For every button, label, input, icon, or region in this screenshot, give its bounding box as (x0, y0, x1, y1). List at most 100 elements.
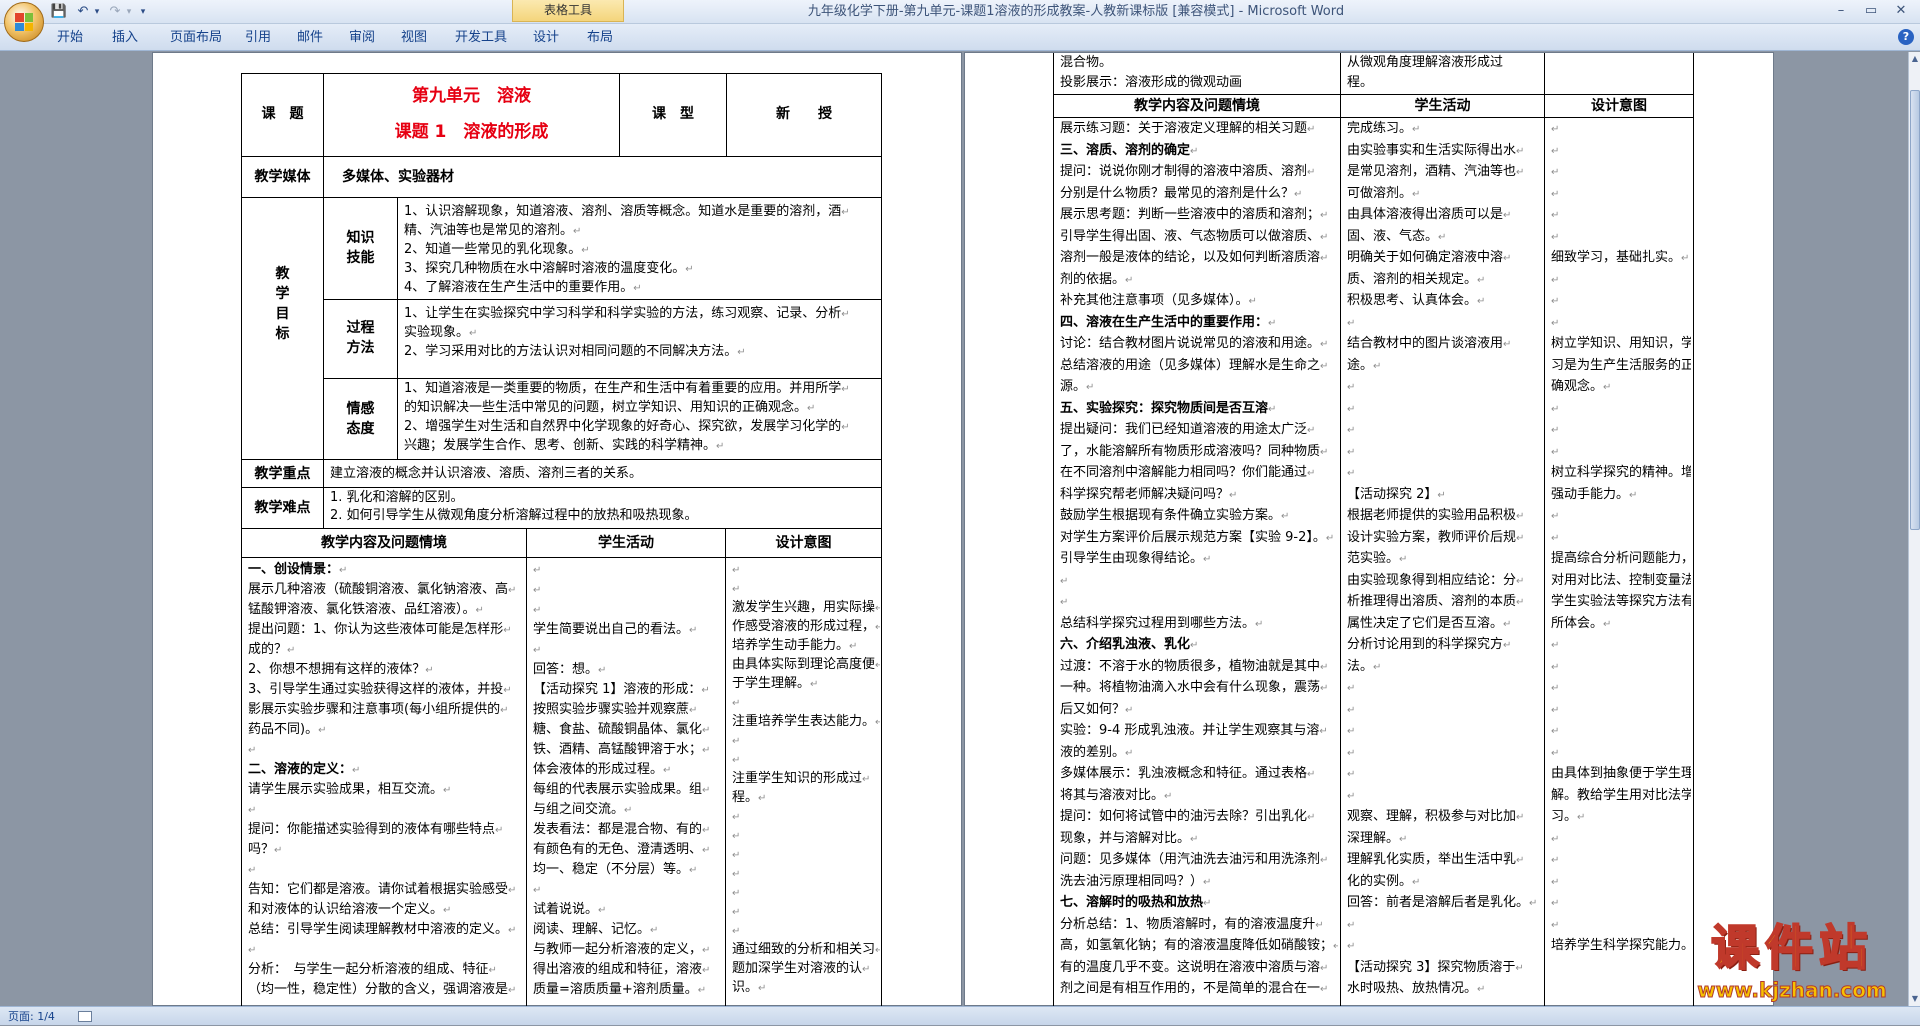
p2-content-column[interactable]: 展示练习题：关于溶液定义理解的相关习题↵ 三、溶质、溶剂的确定↵ 提问：说说你刚才制… (1053, 117, 1341, 1006)
key-value: 建立溶液的概念并认识溶液、溶质、溶剂三者的关系。 (330, 466, 643, 481)
text-line: 与组之间交流。↵ (533, 802, 633, 817)
text-line: 水时吸热、放热情况。↵ (1347, 981, 1486, 996)
p2-content-header: 教学内容及问题情境 (1134, 98, 1260, 114)
p2-content-header-cell: 教学内容及问题情境 (1053, 94, 1341, 118)
text-line: ↵ (732, 926, 741, 937)
proofing-icon[interactable] (78, 1011, 92, 1022)
text-line: 问题：见多媒体（用汽油洗去油污和用洗涤剂↵ (1060, 852, 1329, 867)
text-line: 理解乳化实质，举出生活中乳↵ (1347, 852, 1525, 867)
redo-icon[interactable]: ↷ (106, 3, 124, 21)
site-watermark: 课件站 www.kjzhan.com (1672, 919, 1912, 1006)
text-line: ↵ (1551, 532, 1560, 544)
tab-references[interactable]: 引用 (240, 27, 276, 49)
text-line: ↵ (1551, 661, 1560, 673)
p2-top-content-cell[interactable]: 混合物。 投影展示：溶液形成的微观动画 (1053, 53, 1341, 95)
text-line: ↵ (1551, 704, 1560, 716)
content-column[interactable]: 一、创设情景：↵ 展示几种溶液（硫酸铜溶液、氯化钠溶液、高↵ 锰酸钾溶液、氯化铁溶液… (241, 557, 527, 1006)
text-line: 请学生展示实验成果，相互交流。↵ (248, 782, 452, 797)
scroll-thumb[interactable] (1910, 90, 1920, 530)
process-cell[interactable]: 1、让学生在实验探究中学习科学和科学实验的方法，练习观察、记录、分析↵ 实验现象。… (397, 299, 882, 379)
text-line: 题加深学生对溶液的认↵ (732, 961, 871, 976)
goals-label-4: 标 (275, 326, 290, 342)
p2-design-header: 设计意图 (1591, 98, 1647, 114)
text-line: 引导学生得出固、液、气态物质可以做溶质、↵ (1060, 228, 1329, 244)
maximize-button[interactable]: ▭ (1856, 2, 1886, 20)
undo-icon[interactable]: ↶ (74, 3, 92, 21)
design-column[interactable]: ↵ ↵ 激发学生兴趣，用实际操↵ 作感受溶液的形成过程，↵ 培养学生动手能力。↵ 由具体实… (725, 557, 882, 1006)
tab-review[interactable]: 审阅 (344, 27, 380, 49)
text-line: ↵ (1347, 382, 1356, 393)
text-line: 观察、理解，积极参与对比加↵ (1347, 809, 1525, 824)
text-line: 分析讨论用到的科学探究方↵ (1347, 637, 1512, 652)
tab-mailings[interactable]: 邮件 (292, 27, 328, 49)
text-line: 设计实验方案，教师评价后规↵ (1347, 529, 1525, 545)
status-bar: 页面: 1/4 (0, 1006, 1920, 1025)
page-count[interactable]: 页面: 1/4 (8, 1007, 55, 1026)
goals-label-2: 学 (275, 286, 290, 302)
tab-table-design[interactable]: 设计 (528, 27, 564, 49)
p2-student-column[interactable]: 完成练习。↵ 由实验事实和生活实际得出水↵ 是常见溶剂，酒精、汽油等也↵ 可做溶剂。↵… (1340, 117, 1545, 1006)
text-line: 发表看法：都是混合物、有的↵ (533, 822, 711, 837)
text-line: 3、引导学生通过实验获得这样的液体，并投↵ (248, 682, 512, 697)
knowledge-cell[interactable]: 1、认识溶解现象，知道溶液、溶剂、溶质等概念。知道水是重要的溶剂，酒↵ 精、汽油等… (397, 197, 882, 300)
p2-student-lines: 完成练习。↵ 由实验事实和生活实际得出水↵ 是常见溶剂，酒精、汽油等也↵ 可做溶剂。↵… (1347, 118, 1542, 1000)
text-line: 分析总结：1、物质溶解时，有的溶液温度升↵ (1060, 916, 1324, 932)
emotion-label-2: 态度 (346, 421, 375, 437)
text-line: 过渡：不溶于水的物质很多，植物油就是其中↵ (1060, 658, 1329, 674)
text-line: ↵ (1551, 747, 1560, 759)
vertical-scrollbar[interactable]: ▲ ▼ (1908, 52, 1920, 1006)
text-line: 总结溶液的用途（见多媒体）理解水是生命之↵ (1060, 357, 1329, 373)
lesson-type-value-cell[interactable]: 新 授 (726, 73, 882, 157)
help-icon[interactable]: ? (1898, 29, 1914, 45)
course-label-cell: 课 题 (241, 73, 324, 157)
key-value-cell[interactable]: 建立溶液的概念并认识溶液、溶质、溶剂三者的关系。 (323, 459, 882, 488)
office-button[interactable] (4, 2, 44, 42)
text-line: 所体会。↵ (1551, 615, 1612, 631)
text-line: 可做溶剂。↵ (1347, 185, 1421, 201)
text-line: 了，水能溶解所有物质形成溶液吗？同种物质↵ (1060, 443, 1329, 459)
course-title-cell[interactable]: 第九单元 溶液 课题 1 溶液的形成 (323, 73, 620, 157)
text-line: ↵ (1347, 425, 1356, 436)
ribbon-tab-bar: 开始 插入 页面布局 引用 邮件 审阅 视图 开发工具 设计 布局 ? (0, 24, 1920, 51)
text-line: 阅读、理解、记忆。↵ (533, 922, 659, 937)
customize-qat-icon[interactable]: ▾ (138, 3, 148, 21)
tab-page-layout[interactable]: 页面布局 (163, 27, 229, 49)
text-line: 程。↵ (732, 790, 767, 805)
text-line: ↵ (1347, 790, 1356, 802)
text-line: 一种。将植物油滴入水中会有什么现象，震荡↵ (1060, 680, 1329, 695)
text-line: ↵ (1347, 403, 1356, 415)
undo-dropdown-icon[interactable]: ▾ (92, 3, 102, 21)
emotion-lines: 1、知道溶液是一类重要的物质，在生产和生活中有着重要的应用。并用所学↵ 的知识解决… (404, 379, 874, 455)
text-line: ↵ (248, 945, 257, 956)
text-line: 属性决定了它们是否互溶。↵ (1347, 615, 1512, 631)
media-value-cell[interactable]: 多媒体、实验器材 (323, 156, 882, 198)
tab-home[interactable]: 开始 (50, 27, 90, 49)
redo-dropdown-icon[interactable]: ▾ (124, 3, 134, 21)
tab-insert[interactable]: 插入 (105, 27, 145, 49)
content-header: 教学内容及问题情境 (321, 535, 447, 551)
text-line: 四、溶液在生产生活中的重要作用：↵ (1060, 314, 1277, 330)
goals-label-3: 目 (275, 306, 290, 322)
minimize-button[interactable]: – (1826, 2, 1856, 20)
p2-top-design-cell[interactable] (1544, 53, 1694, 95)
text-line: ↵ (1347, 683, 1356, 694)
close-button[interactable]: ✕ (1886, 2, 1916, 20)
text-line: ↵ (1347, 468, 1356, 479)
emotion-cell[interactable]: 1、知道溶液是一类重要的物质，在生产和生活中有着重要的应用。并用所学↵ 的知识解决… (397, 378, 882, 460)
scroll-up-icon[interactable]: ▲ (1909, 52, 1920, 66)
save-icon[interactable]: 💾 (50, 3, 68, 21)
lesson-table-page-2: 混合物。 投影展示：溶液形成的微观动画 从微观角度理解溶液形成过 程。 教学内容… (965, 53, 1773, 1006)
p2-design-column[interactable]: ↵ ↵ ↵ ↵ ↵ ↵ 细致学习，基础扎实。↵ ↵ ↵ ↵ 树立学知识、用知识，学↵ 习是为生产生活服… (1544, 117, 1694, 1006)
p2-top-student-cell[interactable]: 从微观角度理解溶液形成过 程。 (1340, 53, 1545, 95)
text-line: ↵ (732, 698, 741, 709)
office-logo-icon (15, 13, 33, 31)
text-line: 均一、稳定（不分层）等。↵ (533, 862, 698, 877)
text-line: 析推理得出溶质、溶剂的本质↵ (1347, 594, 1525, 609)
tab-table-layout[interactable]: 布局 (582, 27, 618, 49)
difficulty-value-cell[interactable]: 1. 乳化和溶解的区别。 2. 如何引导学生从微观角度分析溶解过程中的放热和吸热… (323, 487, 882, 529)
text-line: 树立科学探究的精神。增↵ (1551, 465, 1691, 480)
tab-view[interactable]: 视图 (396, 27, 432, 49)
student-column[interactable]: ↵ ↵ ↵ 学生简要说出自己的看法。↵ ↵ 回答：想。↵ 【活动探究 1】溶液的形成：↵ 按照… (526, 557, 726, 1006)
lesson-type-label-cell: 课 型 (619, 73, 727, 157)
tab-developer[interactable]: 开发工具 (448, 27, 514, 49)
